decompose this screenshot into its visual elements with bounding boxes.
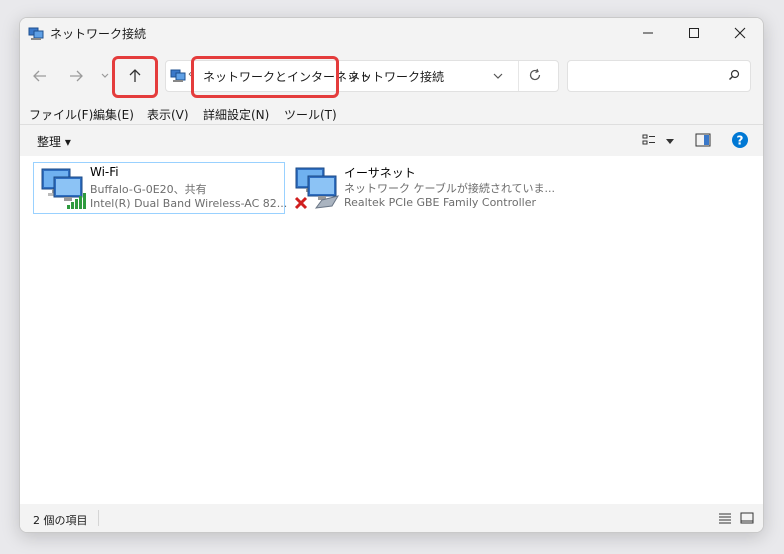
item-device: Intel(R) Dual Band Wireless-AC 82... bbox=[90, 197, 288, 210]
menu-file[interactable]: ファイル(F) bbox=[29, 106, 93, 123]
item-name: Wi-Fi bbox=[90, 165, 119, 179]
menu-advanced[interactable]: 詳細設定(N) bbox=[203, 106, 269, 123]
item-count: 2 個の項目 bbox=[33, 514, 88, 527]
explorer-window: ネットワーク接続 ‹ ネットワークとインターネット › ネットワーク接続 ファイ… bbox=[19, 17, 764, 533]
large-icons-view-button[interactable] bbox=[740, 512, 754, 527]
view-dropdown-button[interactable] bbox=[665, 135, 675, 149]
network-folder-icon bbox=[170, 67, 186, 83]
breadcrumb-network-connections[interactable]: ネットワーク接続 bbox=[348, 68, 444, 85]
refresh-icon bbox=[529, 68, 541, 81]
breadcrumb-highlight bbox=[191, 56, 339, 98]
ethernet-adapter-icon bbox=[292, 166, 342, 210]
item-status: Buffalo-G-0E20、共有 bbox=[90, 183, 207, 196]
search-input[interactable] bbox=[574, 65, 718, 87]
chevron-down-icon bbox=[493, 73, 503, 79]
organize-button[interactable]: 整理 ▾ bbox=[37, 133, 71, 150]
back-arrow-icon bbox=[33, 70, 46, 82]
menu-tools[interactable]: ツール(T) bbox=[284, 106, 337, 123]
network-folder-icon bbox=[28, 25, 44, 41]
navigation-bar: ‹ ネットワークとインターネット › ネットワーク接続 bbox=[20, 48, 763, 104]
forward-button[interactable] bbox=[62, 62, 90, 90]
chevron-down-icon bbox=[101, 73, 109, 78]
back-button[interactable] bbox=[26, 62, 54, 90]
window-title: ネットワーク接続 bbox=[50, 27, 147, 41]
maximize-button[interactable] bbox=[671, 18, 717, 48]
minimize-button[interactable] bbox=[625, 18, 671, 48]
close-button[interactable] bbox=[717, 18, 763, 48]
list-item-wifi[interactable]: Wi-Fi Buffalo-G-0E20、共有 Intel(R) Dual Ba… bbox=[33, 162, 288, 214]
svg-text:?: ? bbox=[737, 134, 744, 148]
list-item-ethernet[interactable]: イーサネット ネットワーク ケーブルが接続されていま... Realtek PC… bbox=[288, 162, 555, 212]
preview-pane-button[interactable] bbox=[695, 133, 711, 150]
command-bar: 整理 ▾ ? bbox=[20, 124, 763, 157]
details-view-button[interactable] bbox=[718, 512, 732, 527]
view-options-icon bbox=[642, 134, 655, 145]
item-device: Realtek PCIe GBE Family Controller bbox=[344, 196, 537, 209]
title-bar[interactable]: ネットワーク接続 bbox=[20, 18, 763, 48]
menu-view[interactable]: 表示(V) bbox=[147, 106, 189, 123]
minimize-icon bbox=[643, 32, 653, 34]
menu-bar: ファイル(F) 編集(E) 表示(V) 詳細設定(N) ツール(T) bbox=[20, 104, 763, 124]
details-view-icon bbox=[719, 513, 731, 524]
large-icons-view-icon bbox=[740, 512, 754, 524]
close-icon bbox=[734, 27, 746, 39]
menu-edit[interactable]: 編集(E) bbox=[93, 106, 134, 123]
help-icon: ? bbox=[732, 132, 748, 148]
up-button-highlight bbox=[112, 56, 158, 98]
address-divider bbox=[518, 61, 519, 91]
search-box[interactable] bbox=[567, 60, 751, 92]
file-list: Wi-Fi Buffalo-G-0E20、共有 Intel(R) Dual Ba… bbox=[20, 156, 763, 504]
preview-pane-icon bbox=[695, 133, 711, 147]
wifi-adapter-icon bbox=[38, 167, 88, 211]
item-status: ネットワーク ケーブルが接続されていま... bbox=[344, 182, 555, 195]
address-history-button[interactable] bbox=[492, 70, 504, 85]
help-button[interactable]: ? bbox=[731, 131, 749, 152]
item-name: イーサネット bbox=[344, 166, 416, 180]
maximize-icon bbox=[689, 28, 699, 38]
forward-arrow-icon bbox=[70, 70, 83, 82]
refresh-button[interactable] bbox=[528, 68, 542, 85]
caret-down-icon bbox=[666, 139, 674, 144]
status-divider bbox=[98, 510, 99, 526]
change-view-button[interactable] bbox=[642, 133, 656, 150]
status-bar: 2 個の項目 bbox=[20, 504, 763, 532]
search-icon[interactable] bbox=[728, 69, 740, 84]
